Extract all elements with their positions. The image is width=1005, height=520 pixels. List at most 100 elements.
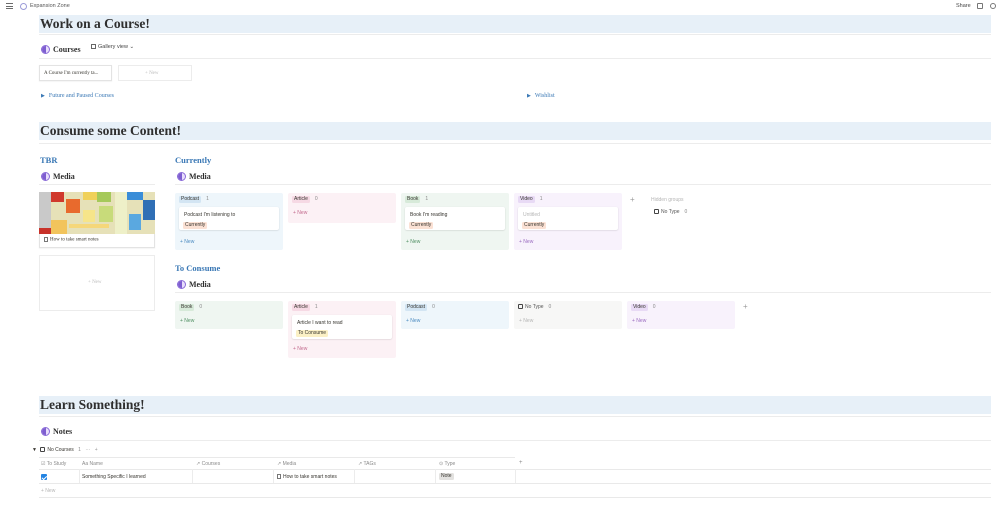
board-column-book: Book 0 + New	[175, 301, 283, 329]
board-column-podcast: Podcast 1 Podcast I'm listening to Curren…	[175, 193, 283, 250]
status-badge: To Consume	[296, 330, 329, 337]
heading-text: Consume some Content!	[40, 123, 181, 138]
database-icon	[177, 279, 186, 289]
breadcrumb-page-title[interactable]: Expansion Zone	[30, 3, 70, 9]
database-icon	[41, 426, 50, 436]
board-column-article: Article 0 + New	[288, 193, 396, 223]
triangle-right-icon: ▶	[527, 94, 531, 99]
column-header-tags[interactable]: ↗ TAGs	[358, 461, 376, 467]
new-card-button[interactable]: + New	[632, 318, 646, 324]
new-card-button[interactable]: + New	[406, 239, 420, 245]
tbr-media-card[interactable]: How to take smart notes	[39, 234, 155, 248]
gallery-view-tab[interactable]: Gallery view ⌄	[91, 44, 134, 50]
board-card[interactable]: Podcast I'm listening to Currently	[179, 207, 279, 230]
course-card-title: A Course I'm currently ta...	[44, 71, 99, 76]
add-group-button[interactable]: +	[630, 195, 635, 204]
cell-divider	[435, 469, 436, 483]
cell-divider	[515, 469, 516, 483]
toggle-future-paused-courses[interactable]: ▶ Future and Paused Courses	[41, 93, 114, 99]
top-bar: Expansion Zone Share	[0, 0, 1005, 12]
new-card-button[interactable]: + New	[180, 318, 194, 324]
new-card-button[interactable]: + New	[293, 346, 307, 352]
cell-divider	[79, 469, 80, 483]
document-icon	[277, 474, 281, 480]
new-row-button[interactable]: + New	[41, 488, 55, 494]
hidden-groups-label[interactable]: Hidden groups	[651, 197, 684, 203]
inbox-icon	[654, 209, 659, 215]
database-icon	[177, 171, 186, 181]
triangle-down-icon: ▼	[32, 447, 37, 453]
table-border	[39, 497, 991, 498]
tbr-db-title[interactable]: Media	[41, 171, 75, 181]
text-icon: Aa	[82, 461, 90, 467]
menu-icon[interactable]	[6, 3, 13, 9]
new-card-button[interactable]: + New	[519, 239, 533, 245]
column-header-to-study[interactable]: ☑ To Study	[41, 461, 66, 467]
column-header-type[interactable]: ⊙ Type	[439, 461, 455, 467]
tbr-heading: TBR	[40, 155, 58, 165]
more-icon[interactable]: ···	[85, 447, 90, 453]
new-card-button[interactable]: + New	[519, 318, 533, 324]
board-card[interactable]: Book I'm reading Currently	[405, 207, 505, 230]
share-button[interactable]: Share	[956, 3, 971, 9]
inbox-icon	[518, 304, 523, 309]
card-title: Untitled	[523, 212, 540, 218]
group-tag: Article	[292, 304, 310, 311]
updates-clock-icon[interactable]	[990, 3, 996, 9]
board-card[interactable]: Untitled Currently	[518, 207, 618, 230]
group-tag: Podcast	[179, 196, 202, 203]
tbr-card-title: How to take smart notes	[50, 237, 99, 243]
add-property-button[interactable]: +	[519, 460, 523, 466]
group-tag: Video	[518, 196, 535, 203]
courses-db-title[interactable]: Courses	[41, 44, 81, 54]
status-badge: Currently	[522, 222, 547, 229]
group-header-no-courses[interactable]: ▼ No Courses 1 ··· +	[32, 447, 98, 453]
toggle-wishlist[interactable]: ▶ Wishlist	[527, 93, 555, 99]
to-consume-heading: To Consume	[175, 263, 221, 273]
table-border	[39, 457, 515, 458]
hidden-group-no-type[interactable]: No Type 0	[654, 209, 687, 215]
heading-text: Work on a Course!	[40, 16, 150, 31]
section-heading-course: Work on a Course!	[39, 15, 991, 33]
divider	[39, 34, 991, 35]
currently-db-title[interactable]: Media	[177, 171, 211, 181]
row-type-cell[interactable]: Note	[439, 473, 454, 480]
new-card-button[interactable]: + New	[406, 318, 420, 324]
divider	[39, 184, 155, 185]
to-study-checkbox[interactable]	[41, 474, 47, 480]
group-tag: Article	[292, 196, 310, 203]
column-header-media[interactable]: ↗ Media	[277, 461, 296, 467]
column-header-courses[interactable]: ↗ Courses	[196, 461, 220, 467]
course-card[interactable]: A Course I'm currently ta...	[39, 65, 112, 81]
row-media-cell[interactable]: How to take smart notes	[277, 474, 337, 480]
board-column-video: Video 0 + New	[627, 301, 735, 329]
table-border	[39, 483, 991, 484]
new-course-card[interactable]: + New	[118, 65, 192, 81]
comment-icon[interactable]	[977, 3, 983, 9]
new-card-button[interactable]: + New	[180, 239, 194, 245]
new-card-button[interactable]: + New	[293, 210, 307, 216]
add-icon[interactable]: +	[95, 447, 98, 453]
group-tag: Podcast	[405, 304, 428, 311]
card-title: Book I'm reading	[410, 212, 448, 218]
currently-heading: Currently	[175, 155, 212, 165]
to-consume-db-title[interactable]: Media	[177, 279, 211, 289]
group-label: No Type	[525, 304, 544, 311]
column-header-name[interactable]: Aa Name	[82, 461, 103, 467]
row-name-cell[interactable]: Something Specific I learned	[82, 474, 146, 480]
new-tbr-card[interactable]: + New	[39, 255, 155, 311]
triangle-right-icon: ▶	[41, 94, 45, 99]
notes-db-title[interactable]: Notes	[41, 426, 72, 436]
media-cover-image	[39, 192, 155, 234]
group-tag: Book	[405, 196, 421, 203]
divider	[39, 143, 991, 144]
cell-divider	[192, 469, 193, 483]
divider	[175, 184, 991, 185]
board-column-podcast: Podcast 0 + New	[401, 301, 509, 329]
add-group-button[interactable]: +	[743, 302, 748, 311]
type-tag: Note	[439, 473, 454, 480]
database-icon	[41, 44, 50, 54]
inbox-icon	[40, 447, 46, 453]
group-tag: Video	[631, 304, 648, 311]
board-card[interactable]: Article I want to read To Consume	[292, 315, 392, 339]
